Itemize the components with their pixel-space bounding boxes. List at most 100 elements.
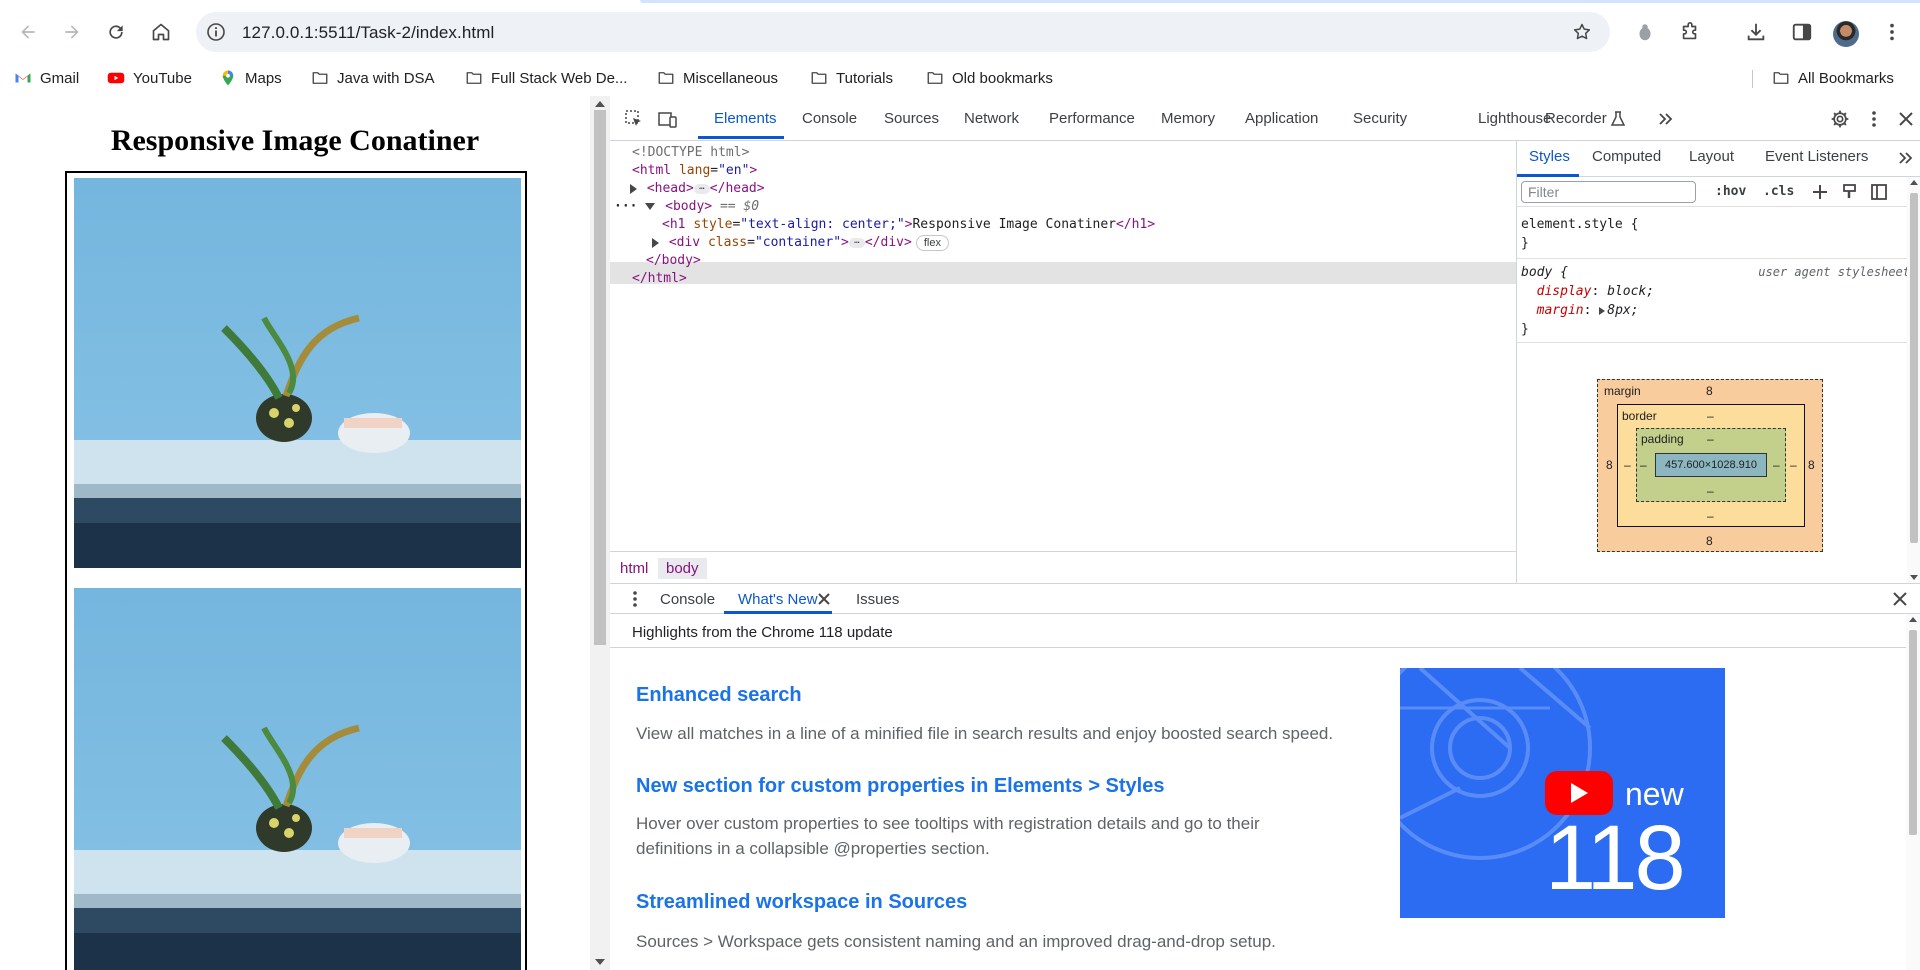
drawer-menu-button[interactable]	[624, 588, 646, 610]
tab-layout[interactable]: Layout	[1689, 148, 1734, 165]
flex-badge[interactable]: flex	[915, 235, 949, 251]
scroll-up-arrow-icon[interactable]	[595, 101, 605, 107]
margin-top-value[interactable]: 8	[1706, 384, 1713, 398]
bookmark-folder-fullstack[interactable]: Full Stack Web De...	[465, 65, 627, 91]
page-scroll-thumb[interactable]	[594, 110, 606, 645]
padding-top-value[interactable]: –	[1707, 432, 1714, 446]
scroll-up-arrow-icon[interactable]	[1910, 180, 1918, 185]
scroll-up-arrow-icon[interactable]	[1909, 617, 1917, 622]
extensions-button[interactable]	[1678, 20, 1702, 44]
tab-event-listeners[interactable]: Event Listeners	[1765, 148, 1868, 165]
bookmark-star-icon[interactable]	[1572, 22, 1592, 42]
box-model-padding[interactable]: padding – – – – 457.600×1028.910	[1636, 428, 1786, 502]
device-toolbar-button[interactable]	[657, 108, 679, 130]
tab-security[interactable]: Security	[1353, 110, 1407, 127]
bookmark-folder-tutorials[interactable]: Tutorials	[810, 65, 893, 91]
page-scrollbar[interactable]	[590, 96, 610, 970]
drawer-scrollbar[interactable]	[1906, 614, 1920, 970]
breadcrumb-body[interactable]: body	[658, 558, 707, 579]
url-text[interactable]: 127.0.0.1:5511/Task-2/index.html	[242, 23, 494, 43]
dom-body-close[interactable]: </body>	[646, 251, 701, 271]
whats-new-item-title[interactable]: Enhanced search	[636, 684, 802, 707]
padding-right-value[interactable]: –	[1773, 458, 1780, 472]
padding-bottom-value[interactable]: –	[1707, 484, 1714, 498]
styles-scroll-thumb[interactable]	[1910, 193, 1918, 543]
devtools-menu-button[interactable]	[1863, 108, 1885, 130]
tab-performance[interactable]: Performance	[1049, 110, 1135, 127]
whats-new-item-title[interactable]: New section for custom properties in Ele…	[636, 775, 1165, 798]
expand-triangle-icon[interactable]	[652, 237, 659, 248]
bookmark-gmail[interactable]: Gmail	[14, 65, 79, 91]
dom-h1-node[interactable]: <h1 style="text-align: center;">Responsi…	[662, 215, 1155, 235]
box-model-content-size[interactable]: 457.600×1028.910	[1655, 453, 1767, 477]
extension-bug-button[interactable]	[1633, 20, 1657, 44]
margin-right-value[interactable]: 8	[1808, 458, 1815, 472]
back-button[interactable]	[12, 16, 44, 48]
box-model-border[interactable]: border – – – – padding – – – – 457.600×1…	[1617, 404, 1805, 527]
more-tabs-button[interactable]	[1655, 108, 1677, 130]
profile-avatar[interactable]	[1833, 21, 1859, 47]
tab-sources[interactable]: Sources	[884, 110, 939, 127]
node-menu-dots-icon[interactable]: ···	[614, 199, 637, 214]
close-drawer-button[interactable]	[1889, 588, 1911, 610]
expand-triangle-icon[interactable]	[1599, 306, 1606, 315]
bookmark-folder-misc[interactable]: Miscellaneous	[657, 65, 778, 91]
tab-lighthouse[interactable]: Lighthouse	[1478, 110, 1551, 127]
tab-recorder[interactable]: Recorder	[1545, 110, 1607, 127]
drawer-tab-whats-new[interactable]: What's New	[738, 591, 818, 608]
margin-left-value[interactable]: 8	[1606, 458, 1613, 472]
scroll-down-arrow-icon[interactable]	[1910, 575, 1918, 580]
close-whats-new-tab-button[interactable]	[813, 588, 835, 610]
address-bar[interactable]: 127.0.0.1:5511/Task-2/index.html	[196, 12, 1610, 52]
styles-scrollbar[interactable]	[1907, 177, 1920, 583]
element-style-rule[interactable]: element.style {}	[1521, 215, 1638, 253]
padding-left-value[interactable]: –	[1640, 458, 1647, 472]
drawer-tab-issues[interactable]: Issues	[856, 591, 899, 608]
scroll-down-arrow-icon[interactable]	[595, 959, 605, 965]
chrome-menu-button[interactable]	[1880, 20, 1904, 44]
chrome-118-video-thumbnail[interactable]: new 118	[1400, 668, 1725, 918]
bookmark-folder-java[interactable]: Java with DSA	[311, 65, 435, 91]
forward-button[interactable]	[56, 16, 88, 48]
dom-div-node[interactable]: <div class="container">… </div> flex	[652, 233, 949, 253]
collapse-triangle-icon[interactable]	[645, 203, 656, 210]
tab-application[interactable]: Application	[1245, 110, 1318, 127]
home-button[interactable]	[145, 16, 177, 48]
bookmark-folder-old[interactable]: Old bookmarks	[926, 65, 1053, 91]
border-left-value[interactable]: –	[1624, 458, 1631, 472]
more-styles-tabs-button[interactable]	[1895, 147, 1917, 169]
toggle-sidebar-button[interactable]	[1868, 181, 1890, 203]
bookmark-youtube[interactable]: YouTube	[107, 65, 192, 91]
tab-elements[interactable]: Elements	[714, 110, 777, 127]
downloads-button[interactable]	[1744, 20, 1768, 44]
side-panel-button[interactable]	[1790, 20, 1814, 44]
new-style-rule-button[interactable]	[1809, 181, 1831, 203]
dom-head-node[interactable]: <head>… </head>	[630, 179, 765, 199]
drawer-scroll-thumb[interactable]	[1909, 630, 1917, 835]
border-top-value[interactable]: –	[1707, 409, 1714, 423]
ellipsis-icon[interactable]: …	[848, 236, 865, 248]
cls-toggle[interactable]: .cls	[1763, 184, 1794, 199]
all-bookmarks-button[interactable]: All Bookmarks	[1772, 65, 1894, 91]
color-format-button[interactable]	[1839, 181, 1861, 203]
tab-computed[interactable]: Computed	[1592, 148, 1661, 165]
hov-toggle[interactable]: :hov	[1715, 184, 1746, 199]
dom-html-node[interactable]: <html lang="en">	[632, 161, 757, 181]
bookmark-maps[interactable]: Maps	[219, 65, 282, 91]
close-devtools-button[interactable]	[1895, 108, 1917, 130]
ellipsis-icon[interactable]: …	[693, 182, 710, 194]
expand-triangle-icon[interactable]	[630, 183, 637, 194]
devtools-settings-button[interactable]	[1829, 108, 1851, 130]
margin-bottom-value[interactable]: 8	[1706, 534, 1713, 548]
reload-button[interactable]	[100, 16, 132, 48]
dom-body-node[interactable]: ··· <body> == $0	[614, 197, 759, 217]
body-style-rule[interactable]: body { display: block; margin: 8px; }	[1521, 263, 1654, 339]
tab-network[interactable]: Network	[964, 110, 1019, 127]
inspect-element-button[interactable]	[623, 108, 645, 130]
tab-console[interactable]: Console	[802, 110, 857, 127]
breadcrumb-html[interactable]: html	[612, 558, 656, 579]
styles-filter-input[interactable]: Filter	[1521, 181, 1696, 203]
dom-doctype[interactable]: <!DOCTYPE html>	[632, 143, 749, 163]
border-bottom-value[interactable]: –	[1707, 509, 1714, 523]
drawer-tab-console[interactable]: Console	[660, 591, 715, 608]
